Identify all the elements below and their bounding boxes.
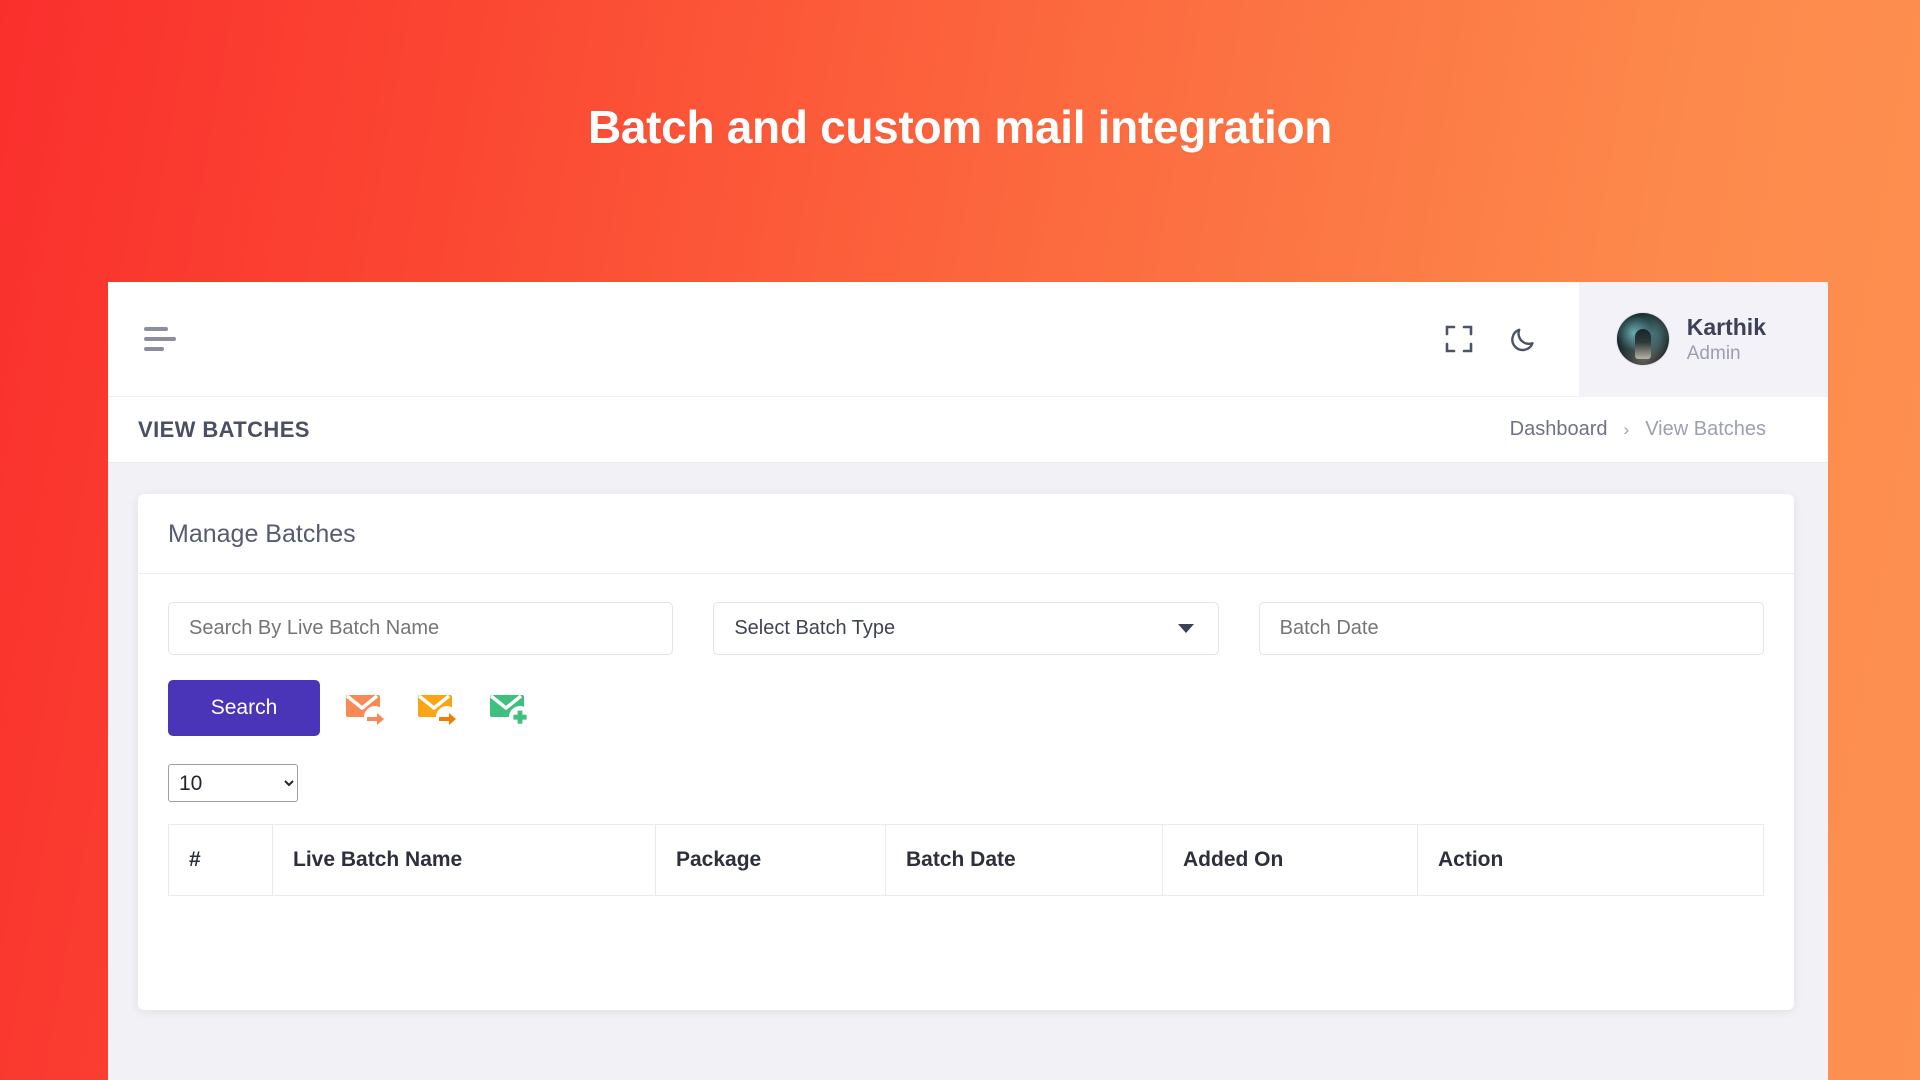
page-title: VIEW BATCHES bbox=[138, 416, 310, 442]
table-head: # Live Batch Name Package Batch Date Add… bbox=[168, 824, 1764, 896]
card-title: Manage Batches bbox=[168, 520, 356, 548]
moon-icon[interactable] bbox=[1491, 307, 1555, 371]
page-content: Manage Batches Select Batch Type Search bbox=[108, 463, 1828, 1010]
user-profile-menu[interactable]: Karthik Admin bbox=[1578, 282, 1828, 397]
breadcrumb-dashboard[interactable]: Dashboard bbox=[1510, 418, 1608, 441]
column-header-number[interactable]: # bbox=[168, 824, 273, 896]
batch-type-value: Select Batch Type bbox=[734, 617, 896, 639]
card-header: Manage Batches bbox=[138, 494, 1794, 574]
top-bar: Karthik Admin bbox=[108, 282, 1828, 397]
search-button[interactable]: Search bbox=[168, 680, 320, 736]
profile-text: Karthik Admin bbox=[1687, 313, 1766, 366]
breadcrumb-separator-icon: › bbox=[1623, 419, 1630, 439]
action-row: Search bbox=[168, 680, 1764, 736]
banner-title: Batch and custom mail integration bbox=[587, 101, 1333, 153]
column-header-added-on[interactable]: Added On bbox=[1162, 824, 1418, 896]
batches-table: # Live Batch Name Package Batch Date Add… bbox=[168, 824, 1764, 896]
hamburger-line bbox=[144, 337, 176, 341]
breadcrumb-current: View Batches bbox=[1645, 418, 1766, 440]
column-header-batch-name[interactable]: Live Batch Name bbox=[272, 824, 656, 896]
banner: Batch and custom mail integration bbox=[0, 0, 1920, 282]
hamburger-line bbox=[144, 327, 168, 331]
batch-date-input[interactable] bbox=[1258, 602, 1764, 655]
manage-batches-card: Manage Batches Select Batch Type Search bbox=[138, 494, 1794, 1010]
app-window: Karthik Admin VIEW BATCHES Dashboard › V… bbox=[108, 282, 1828, 1080]
top-bar-actions: Karthik Admin bbox=[1427, 282, 1828, 397]
avatar-figure bbox=[1634, 328, 1651, 359]
page-header: VIEW BATCHES Dashboard › View Batches bbox=[108, 397, 1828, 463]
chevron-down-icon bbox=[1177, 624, 1194, 633]
send-mail-salmon-icon[interactable] bbox=[340, 682, 392, 734]
profile-role: Admin bbox=[1686, 342, 1741, 364]
filter-row: Select Batch Type bbox=[168, 602, 1764, 655]
avatar bbox=[1616, 313, 1669, 365]
send-mail-orange-icon[interactable] bbox=[412, 682, 464, 734]
column-header-action[interactable]: Action bbox=[1417, 824, 1764, 896]
fullscreen-icon[interactable] bbox=[1427, 307, 1491, 371]
table-header-row: # Live Batch Name Package Batch Date Add… bbox=[168, 824, 1764, 896]
batch-type-select[interactable]: Select Batch Type bbox=[713, 602, 1219, 655]
column-header-package[interactable]: Package bbox=[655, 824, 886, 896]
card-body: Select Batch Type Search bbox=[138, 574, 1794, 896]
hamburger-menu-icon[interactable] bbox=[144, 326, 180, 352]
add-mail-green-icon[interactable] bbox=[484, 682, 536, 734]
profile-name: Karthik bbox=[1686, 313, 1766, 340]
breadcrumb: Dashboard › View Batches bbox=[1510, 418, 1766, 441]
page-length-wrapper: 102550100 bbox=[168, 764, 1764, 802]
hamburger-line bbox=[144, 347, 164, 351]
page-length-select[interactable]: 102550100 bbox=[168, 764, 298, 802]
search-input[interactable] bbox=[168, 602, 674, 655]
batches-table-wrapper: # Live Batch Name Package Batch Date Add… bbox=[168, 824, 1764, 896]
column-header-batch-date[interactable]: Batch Date bbox=[885, 824, 1163, 896]
